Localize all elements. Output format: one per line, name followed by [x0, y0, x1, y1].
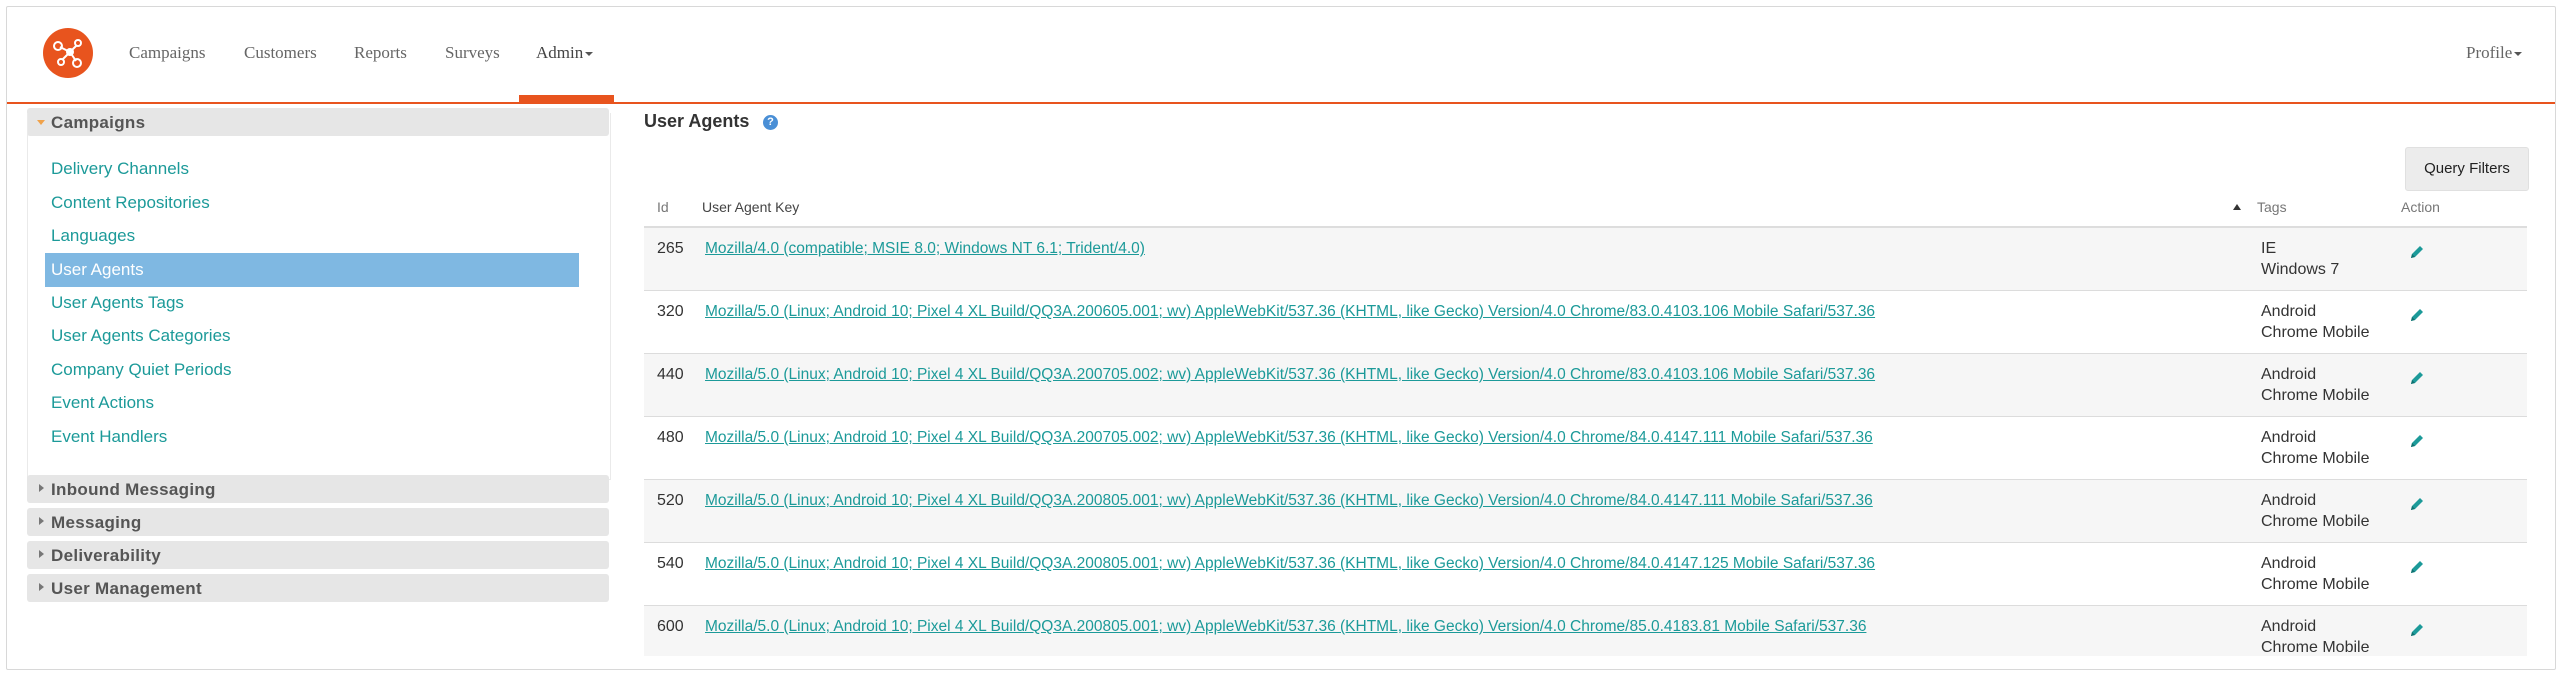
column-header-id[interactable]: Id [657, 199, 669, 215]
row-id: 320 [657, 303, 684, 320]
user-agent-link[interactable]: Mozilla/5.0 (Linux; Android 10; Pixel 4 … [705, 366, 1875, 384]
caret-right-icon [39, 484, 44, 492]
row-tag: Android [2261, 555, 2317, 572]
table-row: 520 Mozilla/5.0 (Linux; Android 10; Pixe… [644, 480, 2527, 543]
table-row: 480 Mozilla/5.0 (Linux; Android 10; Pixe… [644, 417, 2527, 480]
row-tag: Android [2261, 492, 2317, 509]
row-tag: Android [2261, 303, 2317, 320]
caret-right-icon [39, 583, 44, 591]
row-tag: Chrome Mobile [2261, 639, 2370, 656]
nav-admin[interactable]: Admin [536, 43, 594, 63]
sidebar-item-company-quiet-periods[interactable]: Company Quiet Periods [51, 353, 571, 387]
row-tag: Android [2261, 429, 2317, 446]
row-tag: Chrome Mobile [2261, 450, 2370, 467]
row-tag: Chrome Mobile [2261, 513, 2370, 530]
table-row: 540 Mozilla/5.0 (Linux; Android 10; Pixe… [644, 543, 2527, 606]
row-tag: Chrome Mobile [2261, 324, 2370, 341]
query-filters-button[interactable]: Query Filters [2405, 147, 2529, 191]
row-id: 540 [657, 555, 684, 572]
sidebar-section-label: User Management [51, 579, 202, 598]
table-row: 320 Mozilla/5.0 (Linux; Android 10; Pixe… [644, 291, 2527, 354]
row-tag: IE [2261, 240, 2277, 257]
table-row: 440 Mozilla/5.0 (Linux; Android 10; Pixe… [644, 354, 2527, 417]
sidebar-section-label: Inbound Messaging [51, 480, 216, 499]
row-id: 265 [657, 240, 684, 257]
column-header-user-agent-key[interactable]: User Agent Key [702, 199, 799, 215]
pencil-icon[interactable] [2409, 370, 2425, 386]
sidebar-section-label: Messaging [51, 513, 142, 532]
page-title: User Agents [644, 111, 750, 131]
sidebar-item-event-actions[interactable]: Event Actions [51, 386, 571, 420]
user-agent-link[interactable]: Mozilla/5.0 (Linux; Android 10; Pixel 4 … [705, 303, 1875, 321]
nav-profile-label: Profile [2466, 43, 2513, 62]
table-row: 265 Mozilla/4.0 (compatible; MSIE 8.0; W… [644, 228, 2527, 291]
pencil-icon[interactable] [2409, 433, 2425, 449]
user-agent-link[interactable]: Mozilla/4.0 (compatible; MSIE 8.0; Windo… [705, 240, 1145, 258]
pencil-icon[interactable] [2409, 559, 2425, 575]
user-agent-link[interactable]: Mozilla/5.0 (Linux; Android 10; Pixel 4 … [705, 492, 1873, 510]
row-tag: Windows 7 [2261, 261, 2340, 278]
nav-campaigns[interactable]: Campaigns [129, 43, 206, 63]
chevron-down-icon [585, 52, 594, 57]
app-frame: Campaigns Customers Reports Surveys Admi… [6, 6, 2556, 670]
row-tag: Chrome Mobile [2261, 387, 2370, 404]
sidebar-item-event-handlers[interactable]: Event Handlers [51, 420, 571, 454]
sidebar-section-deliverability[interactable]: Deliverability [27, 541, 609, 569]
top-nav: Campaigns Customers Reports Surveys Admi… [7, 7, 2555, 104]
sidebar-item-delivery-channels[interactable]: Delivery Channels [51, 152, 571, 186]
sidebar-item-user-agents-tags[interactable]: User Agents Tags [51, 286, 571, 320]
sidebar-item-languages[interactable]: Languages [51, 219, 571, 253]
table-row: 600 Mozilla/5.0 (Linux; Android 10; Pixe… [644, 606, 2527, 656]
sidebar-item-user-agents-categories[interactable]: User Agents Categories [51, 319, 571, 353]
row-id: 600 [657, 618, 684, 635]
user-agent-link[interactable]: Mozilla/5.0 (Linux; Android 10; Pixel 4 … [705, 429, 1873, 447]
user-agents-table: 265 Mozilla/4.0 (compatible; MSIE 8.0; W… [644, 228, 2527, 656]
sidebar-section-label: Deliverability [51, 546, 162, 565]
nav-customers[interactable]: Customers [244, 43, 317, 63]
user-agent-link[interactable]: Mozilla/5.0 (Linux; Android 10; Pixel 4 … [705, 618, 1866, 636]
nav-active-indicator [519, 95, 614, 102]
row-id: 440 [657, 366, 684, 383]
nav-surveys[interactable]: Surveys [445, 43, 500, 63]
help-icon[interactable]: ? [763, 115, 778, 130]
pencil-icon[interactable] [2409, 496, 2425, 512]
sidebar-section-inbound-messaging[interactable]: Inbound Messaging [27, 475, 609, 503]
sidebar-item-user-agents[interactable]: User Agents [45, 253, 579, 287]
row-tag: Android [2261, 618, 2317, 635]
sidebar-section-messaging[interactable]: Messaging [27, 508, 609, 536]
row-tag: Android [2261, 366, 2317, 383]
column-header-action: Action [2401, 199, 2440, 215]
row-tag: Chrome Mobile [2261, 576, 2370, 593]
sidebar-section-user-management[interactable]: User Management [27, 574, 609, 602]
row-id: 480 [657, 429, 684, 446]
pencil-icon[interactable] [2409, 307, 2425, 323]
nav-profile[interactable]: Profile [2466, 43, 2523, 63]
pencil-icon[interactable] [2409, 244, 2425, 260]
caret-right-icon [39, 517, 44, 525]
sidebar-item-content-repositories[interactable]: Content Repositories [51, 186, 571, 220]
sort-ascending-icon[interactable] [2233, 204, 2241, 210]
caret-right-icon [39, 550, 44, 558]
row-id: 520 [657, 492, 684, 509]
column-header-tags[interactable]: Tags [2257, 199, 2287, 215]
pencil-icon[interactable] [2409, 622, 2425, 638]
chevron-down-icon [2514, 52, 2523, 57]
nav-reports[interactable]: Reports [354, 43, 407, 63]
nav-admin-label: Admin [536, 43, 584, 62]
logo-icon[interactable] [43, 28, 93, 78]
user-agent-link[interactable]: Mozilla/5.0 (Linux; Android 10; Pixel 4 … [705, 555, 1875, 573]
